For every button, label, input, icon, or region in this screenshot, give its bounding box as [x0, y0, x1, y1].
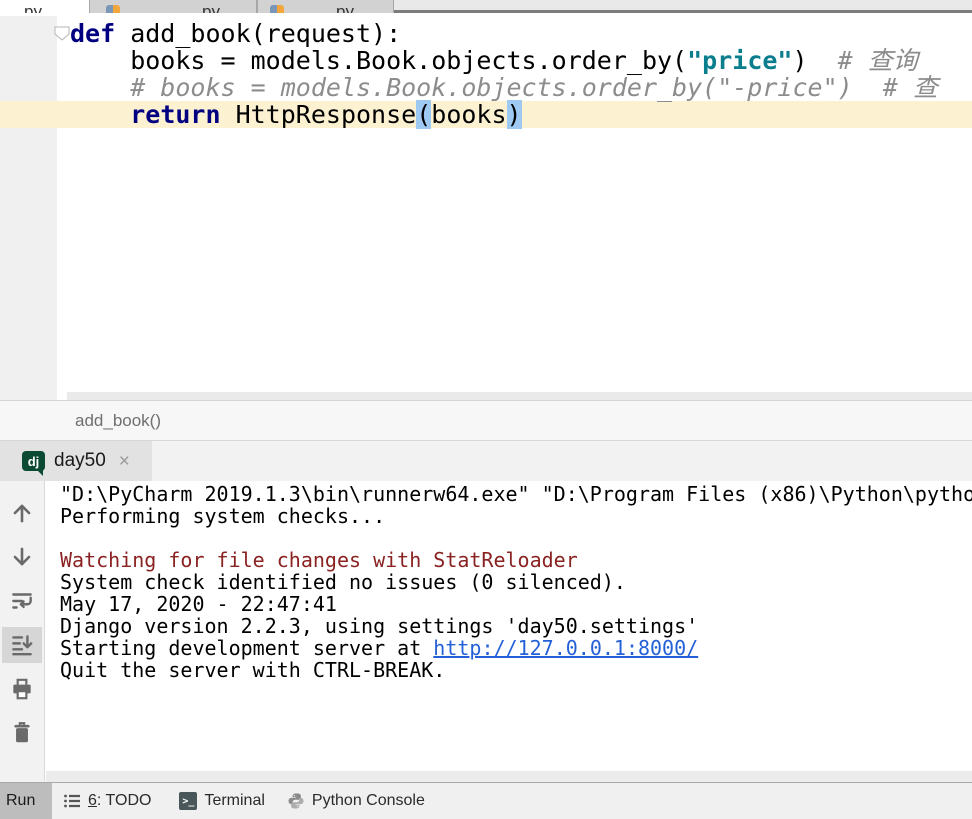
up-stack-trace-icon[interactable]: [2, 495, 42, 531]
toolwindow-button-terminal[interactable]: >_ Terminal: [179, 792, 264, 810]
console-line: Django version 2.2.3, using settings 'da…: [60, 615, 972, 637]
editor-tab-label: py: [336, 2, 354, 13]
close-icon[interactable]: ×: [119, 452, 130, 471]
python-console-icon: [287, 792, 305, 810]
console-output[interactable]: "D:\PyCharm 2019.1.3\bin\runnerw64.exe" …: [46, 481, 972, 782]
code-token: System check identified no issues (0 sil…: [60, 570, 626, 594]
terminal-label: Terminal: [204, 792, 264, 810]
editor-tab-label: py: [202, 2, 220, 13]
code-token: "D:\PyCharm 2019.1.3\bin\runnerw64.exe" …: [60, 482, 972, 506]
console-line: [60, 527, 972, 549]
console-line: May 17, 2020 - 22:47:41: [60, 593, 972, 615]
code-token: Starting development server at: [60, 636, 433, 660]
code-area: def add_book(request): books = models.Bo…: [0, 20, 972, 128]
editor-tab-2[interactable]: py: [89, 0, 257, 13]
run-console: "D:\PyCharm 2019.1.3\bin\runnerw64.exe" …: [0, 481, 972, 782]
code-token: ): [507, 100, 522, 129]
code-token: books: [431, 100, 506, 129]
breadcrumb[interactable]: add_book(): [75, 411, 161, 431]
console-line: Watching for file changes with StatReloa…: [60, 549, 972, 571]
code-token: return: [130, 100, 220, 129]
code-token: May 17, 2020 - 22:47:41: [60, 592, 337, 616]
python-file-icon: [270, 5, 284, 13]
editor-code-line[interactable]: books = models.Book.objects.order_by("pr…: [0, 47, 972, 74]
editor-tab-3[interactable]: py: [257, 0, 394, 13]
editor-horizontal-scrollbar[interactable]: [67, 392, 972, 400]
console-line: Starting development server at http://12…: [60, 637, 972, 659]
console-link[interactable]: http://127.0.0.1:8000/: [433, 636, 698, 660]
editor-code-line[interactable]: # books = models.Book.objects.order_by("…: [0, 74, 972, 101]
editor-code-line[interactable]: return HttpResponse(books): [0, 101, 972, 128]
run-toolwindow-tab-strip: dj day50 ×: [0, 441, 972, 481]
code-token: Performing system checks...: [60, 504, 385, 528]
django-dj-icon: dj: [22, 451, 45, 471]
todo-list-icon: [63, 792, 81, 810]
code-token: # 查询: [838, 46, 918, 75]
code-token: (: [416, 100, 431, 129]
code-token: Django version 2.2.3, using settings 'da…: [60, 614, 698, 638]
editor-code-line[interactable]: def add_book(request):: [0, 20, 972, 47]
toolwindow-button-todo[interactable]: 6: TODO: [63, 792, 151, 810]
down-stack-trace-icon[interactable]: [2, 539, 42, 575]
code-token: "price": [687, 46, 792, 75]
console-horizontal-scrollbar[interactable]: [46, 771, 972, 782]
code-token: HttpResponse: [221, 100, 417, 129]
run-tab-label: day50: [54, 450, 106, 472]
editor-tab-1[interactable]: py: [0, 0, 89, 13]
run-button-label: Run: [6, 792, 35, 810]
code-token: # books = models.Book.objects.order_by("…: [70, 73, 938, 102]
scroll-to-end-icon[interactable]: [2, 627, 42, 663]
print-icon[interactable]: [2, 671, 42, 707]
toolwindow-button-python-console[interactable]: Python Console: [287, 792, 425, 810]
toolwindow-button-run[interactable]: Run: [0, 783, 52, 819]
terminal-icon: >_: [179, 792, 197, 810]
console-line: "D:\PyCharm 2019.1.3\bin\runnerw64.exe" …: [60, 483, 972, 505]
console-line: Performing system checks...: [60, 505, 972, 527]
todo-label: 6: TODO: [88, 792, 151, 810]
python-file-icon: [106, 5, 120, 13]
run-config-tab-day50[interactable]: dj day50 ×: [0, 441, 152, 481]
python-console-label: Python Console: [312, 792, 425, 810]
code-token: Quit the server with CTRL-BREAK.: [60, 658, 445, 682]
code-token: [70, 100, 130, 129]
soft-wrap-icon[interactable]: [2, 583, 42, 619]
status-bar: Run 6: TODO >_ Terminal Python Console: [0, 782, 972, 819]
console-line: System check identified no issues (0 sil…: [60, 571, 972, 593]
clear-all-icon[interactable]: [2, 715, 42, 751]
code-token: Watching for file changes with StatReloa…: [60, 548, 578, 572]
code-token: books = models.Book.objects.order_by(: [70, 46, 687, 75]
editor-tab-strip: py py py: [0, 0, 972, 13]
code-token: add_book(request):: [115, 19, 401, 48]
console-toolbar: [0, 481, 45, 782]
code-token: ): [792, 46, 837, 75]
editor-tab-label: py: [24, 2, 42, 13]
code-editor[interactable]: def add_book(request): books = models.Bo…: [0, 16, 972, 400]
context-bar: add_book(): [0, 400, 972, 441]
console-line: Quit the server with CTRL-BREAK.: [60, 659, 972, 681]
code-token: def: [70, 19, 115, 48]
